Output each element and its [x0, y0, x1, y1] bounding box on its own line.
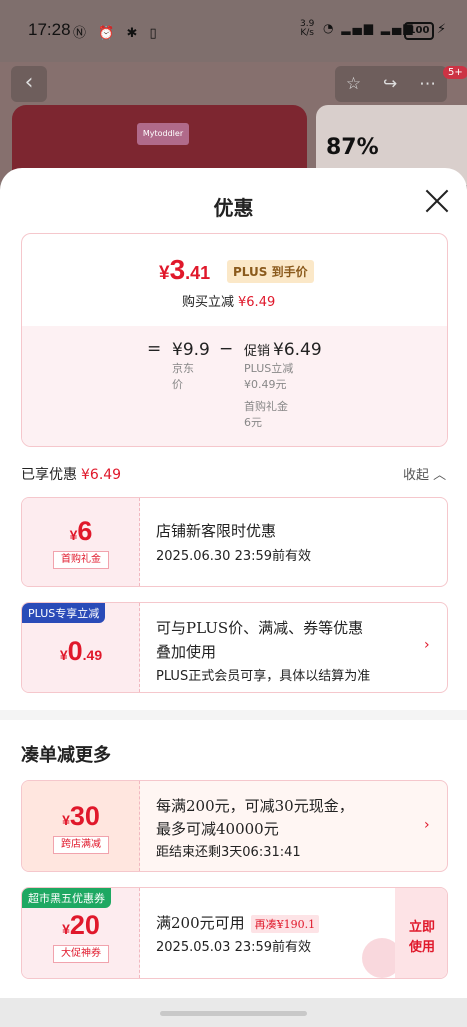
- plus-off-value: ¥0.49元: [244, 378, 287, 391]
- coupon-currency: ¥: [62, 921, 70, 937]
- sheet-title: 优惠: [213, 196, 254, 220]
- plus-off-label: PLUS立减: [244, 362, 294, 375]
- price-breakdown-area: [22, 326, 447, 446]
- back-button[interactable]: ‹: [11, 66, 47, 102]
- share-icon[interactable]: ↪: [383, 74, 397, 94]
- coupon-type-label: 跨店满减: [53, 836, 109, 854]
- equals-sign: =: [147, 339, 162, 359]
- status-bar: 17:28 Ⓝ ⏰ ✱ ▯ 3.9 K/s ◔ ▂▄▆ ▂▄▆ 100 ⚡: [0, 0, 467, 62]
- coupon-countdown: 距结束还剩3天06:31:41: [156, 845, 301, 860]
- coupon-amount-dec: .49: [82, 647, 103, 663]
- chevron-right-icon: ›: [424, 817, 430, 833]
- final-price-dec: .41: [185, 263, 211, 283]
- gift-detail: 首购礼金 6元: [244, 399, 304, 431]
- final-price: ¥3.41: [159, 254, 210, 286]
- buy-minus-value: ¥6.49: [238, 295, 276, 310]
- chevron-right-icon: ›: [424, 637, 430, 653]
- coupon-new-customer: ¥6 首购礼金 店铺新客限时优惠 2025.06.30 23:59前有效: [21, 497, 448, 587]
- net-speed: 3.9 K/s: [300, 20, 314, 38]
- coupon-title-text: 满200元可用: [156, 914, 245, 932]
- minus-sign: −: [219, 339, 234, 359]
- battery-icon: 100: [404, 22, 434, 40]
- enjoyed-label: 已享优惠: [21, 467, 77, 483]
- jd-price-label: 京东价: [172, 362, 194, 391]
- coupon-amount-value: 20: [69, 910, 100, 940]
- plus-exclusive-tag: PLUS专享立减: [22, 603, 106, 623]
- use-now-line1: 立即: [408, 920, 435, 935]
- use-now-line2: 使用: [408, 940, 435, 955]
- jd-price: ¥9.9: [172, 340, 210, 360]
- use-now-button[interactable]: 立即 使用: [395, 888, 447, 978]
- coupon-supermarket: 超市黑五优惠券 ¥20 大促神券 满200元可用 再凑¥190.1 2025.05…: [21, 887, 448, 979]
- supermarket-tag: 超市黑五优惠券: [22, 888, 111, 908]
- coupon-amount: ¥30: [22, 801, 140, 832]
- coupon-validity: 2025.06.30 23:59前有效: [156, 549, 312, 564]
- charging-icon: ⚡: [437, 22, 447, 37]
- section-divider: [0, 710, 467, 720]
- background-percent: 87%: [326, 135, 379, 160]
- status-time: 17:28: [28, 20, 71, 39]
- coupon-amount: ¥0.49: [22, 636, 140, 667]
- top-actions: ☆ ↪ ⋯: [335, 66, 447, 102]
- final-price-int: 3: [169, 254, 186, 285]
- signal-icon: ◔ ▂▄▆ ▂▄▆: [323, 21, 415, 35]
- more-icon[interactable]: ⋯: [419, 74, 436, 94]
- coupon-currency: ¥: [62, 812, 70, 828]
- coupon-type-label: 大促神券: [53, 945, 109, 963]
- plus-price-tag: PLUS 到手价: [227, 260, 314, 283]
- coupon-amount-value: 30: [69, 801, 100, 831]
- promo-label: 促销: [244, 344, 271, 359]
- favorite-icon[interactable]: ☆: [346, 74, 361, 94]
- buy-minus-label: 购买立减: [182, 295, 235, 310]
- plus-off-detail: PLUS立减 ¥0.49元: [244, 361, 293, 393]
- coupon-gap-tag: 再凑¥190.1: [250, 915, 320, 933]
- net-speed-unit: K/s: [300, 28, 314, 38]
- coupon-title-line2: 叠加使用: [156, 643, 217, 661]
- coupon-title-line1: 可与PLUS价、满减、券等优惠: [156, 619, 364, 637]
- coupon-amount-value: 0: [67, 636, 83, 666]
- coupon-amount: ¥20: [22, 910, 140, 941]
- enjoyed-discount: 已享优惠 ¥6.49: [21, 464, 121, 484]
- discount-sheet: 优惠 ¥3.41 PLUS 到手价 购买立减 ¥6.49 = ¥9.9 京东价 −…: [0, 168, 467, 1027]
- coupon-validity: 2025.05.03 23:59前有效: [156, 940, 312, 955]
- home-indicator[interactable]: [160, 1011, 307, 1016]
- price-summary: ¥3.41 PLUS 到手价 购买立减 ¥6.49 = ¥9.9 京东价 − 促销…: [21, 233, 448, 447]
- status-icons: Ⓝ ⏰ ✱ ▯: [73, 26, 161, 41]
- buy-minus: 购买立减 ¥6.49: [182, 291, 275, 310]
- coupon-note: PLUS正式会员可享，具体以结算为准: [156, 669, 371, 684]
- coupon-type-label: 首购礼金: [53, 551, 109, 569]
- coupon-cross-store[interactable]: ¥30 跨店满减 每满200元，可减30元现金， 最多可减40000元 距结束还…: [21, 780, 448, 872]
- enjoyed-value: ¥6.49: [81, 467, 122, 483]
- coupon-currency: ¥: [59, 647, 68, 663]
- coupon-title-line2: 最多可减40000元: [156, 820, 279, 838]
- coupon-amount-value: 6: [77, 516, 93, 546]
- collapse-toggle[interactable]: 收起 ︿: [403, 464, 446, 483]
- promo-total: 促销 ¥6.49: [244, 340, 322, 360]
- final-price-currency: ¥: [159, 263, 170, 284]
- more-discounts-title: 凑单减更多: [21, 745, 111, 766]
- coupon-plus[interactable]: PLUS专享立减 ¥0.49 可与PLUS价、满减、券等优惠 叠加使用 PLUS…: [21, 602, 448, 693]
- coupon-amount: ¥6: [22, 516, 140, 547]
- brand-logo: Mytoddler: [137, 123, 189, 145]
- coupon-title-line1: 每满200元，可减30元现金，: [156, 797, 354, 815]
- coupon-title: 店铺新客限时优惠: [156, 522, 277, 540]
- message-badge: 5+: [443, 66, 467, 79]
- gift-label: 首购礼金: [244, 400, 288, 413]
- coupon-title: 满200元可用 再凑¥190.1: [156, 912, 320, 933]
- promo-value: ¥6.49: [273, 340, 322, 360]
- close-icon[interactable]: [424, 188, 450, 214]
- gift-value: 6元: [244, 416, 262, 429]
